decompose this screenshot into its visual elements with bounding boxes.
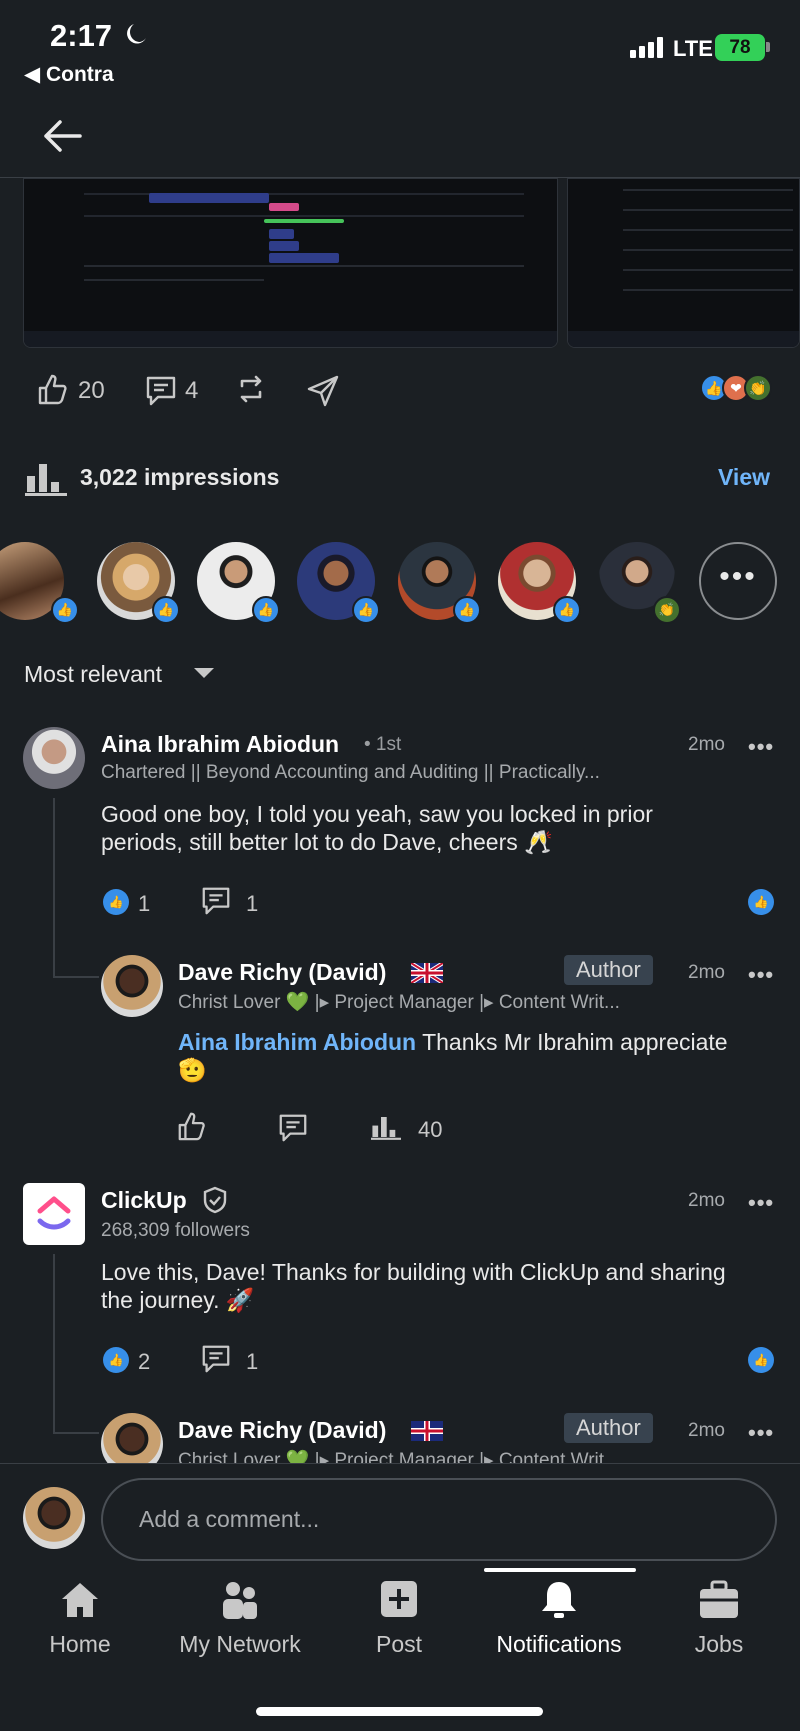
like-icon[interactable] xyxy=(36,372,70,406)
tab-label: Notifications xyxy=(496,1631,622,1657)
status-time: 2:17 xyxy=(50,18,113,53)
add-comment-input[interactable]: Add a comment... xyxy=(101,1478,777,1561)
comment-time: 2mo xyxy=(688,734,725,755)
comment-replies-count[interactable]: 1 xyxy=(246,1349,258,1375)
home-indicator xyxy=(256,1707,543,1716)
like-badge-icon: 👍 xyxy=(453,596,481,624)
moon-icon xyxy=(127,24,146,44)
reply-more-icon[interactable]: ••• xyxy=(748,962,774,988)
celebrate-badge-icon: 👏 xyxy=(653,596,681,624)
back-arrow-icon[interactable] xyxy=(40,114,84,158)
comment-sort-dropdown[interactable]: Most relevant xyxy=(24,661,162,688)
tab-my-network[interactable]: My Network xyxy=(170,1580,310,1658)
reply-text: Aina Ibrahim Abiodun Thanks Mr Ibrahim a… xyxy=(178,1028,738,1084)
comment-more-icon[interactable]: ••• xyxy=(748,1190,774,1216)
network-type: LTE xyxy=(673,36,713,61)
home-icon xyxy=(62,1583,98,1617)
connection-degree: • 1st xyxy=(364,734,402,755)
plus-square-icon xyxy=(381,1581,417,1617)
more-reactors-button[interactable]: ••• xyxy=(699,542,777,620)
reply-comment-icon[interactable] xyxy=(277,1112,309,1144)
reply-author-avatar[interactable] xyxy=(101,955,163,1017)
comment-icon[interactable] xyxy=(144,374,178,408)
tab-notifications[interactable]: Notifications xyxy=(489,1580,629,1658)
active-tab-indicator xyxy=(484,1568,636,1572)
tab-home[interactable]: Home xyxy=(10,1580,150,1658)
commenter-name[interactable]: ClickUp xyxy=(101,1187,187,1214)
chevron-down-icon[interactable] xyxy=(194,668,214,678)
flag-icon xyxy=(411,963,443,983)
reply-icon[interactable] xyxy=(200,885,232,917)
clickup-logo[interactable] xyxy=(23,1183,85,1245)
composer-divider xyxy=(0,1463,800,1464)
reply-preview-clipped: Dave Richy (David) Author 2mo ••• Christ… xyxy=(0,1405,800,1463)
like-reaction-icon: 👍 xyxy=(103,1347,129,1373)
reply-author-name[interactable]: Dave Richy (David) xyxy=(178,959,386,986)
author-badge: Author xyxy=(564,1413,653,1443)
comment-more-icon[interactable]: ••• xyxy=(748,734,774,760)
comment-replies-count[interactable]: 1 xyxy=(246,891,258,917)
commenter-avatar[interactable] xyxy=(23,727,85,789)
battery-tip xyxy=(766,42,770,52)
reply-icon[interactable] xyxy=(200,1343,232,1375)
like-badge-icon: 👍 xyxy=(252,596,280,624)
impressions-count: 3,022 impressions xyxy=(80,464,280,490)
bell-icon xyxy=(542,1582,576,1618)
current-user-avatar xyxy=(23,1487,85,1549)
author-badge: Author xyxy=(564,955,653,985)
mention-link[interactable]: Aina Ibrahim Abiodun xyxy=(178,1029,416,1055)
like-badge-icon: 👍 xyxy=(152,596,180,624)
reply-analytics-icon[interactable] xyxy=(371,1112,401,1142)
comment-likes-count[interactable]: 1 xyxy=(138,891,150,917)
tab-label: My Network xyxy=(179,1631,301,1657)
briefcase-icon xyxy=(700,1580,738,1618)
tab-label: Jobs xyxy=(694,1631,744,1657)
tab-jobs[interactable]: Jobs xyxy=(649,1580,789,1658)
thread-line xyxy=(53,976,99,978)
reply-author-headline: Christ Lover 💚 |▸ Project Manager |▸ Con… xyxy=(178,992,620,1013)
reply-author-name[interactable]: Dave Richy (David) xyxy=(178,1417,386,1444)
comment-likes-count[interactable]: 2 xyxy=(138,1349,150,1375)
repost-icon[interactable] xyxy=(234,372,268,406)
like-badge-icon: 👍 xyxy=(352,596,380,624)
comment-time: 2mo xyxy=(688,1190,725,1211)
people-icon xyxy=(223,1582,257,1619)
reactions-summary[interactable]: 👍 ❤ 👏 xyxy=(700,374,780,404)
reply-like-icon[interactable] xyxy=(176,1110,208,1142)
commenter-followers: 268,309 followers xyxy=(101,1220,250,1241)
reply-author-headline: Christ Lover 💚 |▸ Project Manager |▸ Con… xyxy=(178,1450,620,1463)
verified-shield-icon xyxy=(203,1186,227,1214)
back-to-app-link[interactable]: ◀ Contra xyxy=(24,62,114,87)
like-badge-icon: 👍 xyxy=(51,596,79,624)
like-badge-icon: 👍 xyxy=(553,596,581,624)
like-reaction-icon: 👍 xyxy=(103,889,129,915)
reply-more-icon[interactable]: ••• xyxy=(748,1420,774,1446)
view-analytics-link[interactable]: View xyxy=(718,464,770,491)
reply-author-avatar[interactable] xyxy=(101,1413,163,1463)
signal-icon xyxy=(630,36,668,58)
comment-text: Good one boy, I told you yeah, saw you l… xyxy=(101,801,653,855)
reply-time: 2mo xyxy=(688,1420,725,1441)
clickup-logo-icon xyxy=(37,1196,71,1230)
reply-time: 2mo xyxy=(688,962,725,983)
comments-count[interactable]: 4 xyxy=(185,377,198,405)
commenter-name[interactable]: Aina Ibrahim Abiodun xyxy=(101,731,339,758)
author-liked-icon: 👍 xyxy=(748,889,774,915)
post-image-gantt-2[interactable] xyxy=(567,178,800,348)
battery-indicator: 78 xyxy=(715,34,765,61)
author-liked-icon: 👍 xyxy=(748,1347,774,1373)
analytics-bar-icon xyxy=(25,464,67,496)
reply-impressions-count[interactable]: 40 xyxy=(418,1117,442,1143)
send-icon[interactable] xyxy=(306,374,340,408)
flag-icon xyxy=(411,1421,443,1441)
thread-line xyxy=(53,798,55,978)
celebrate-reaction-icon: 👏 xyxy=(744,374,772,402)
comment-text: Love this, Dave! Thanks for building wit… xyxy=(101,1259,726,1313)
tab-label: Post xyxy=(375,1631,423,1657)
tab-post[interactable]: Post xyxy=(329,1580,469,1658)
post-image-gantt[interactable] xyxy=(23,178,558,348)
likes-count[interactable]: 20 xyxy=(78,377,105,405)
commenter-headline: Chartered || Beyond Accounting and Audit… xyxy=(101,762,600,783)
tab-label: Home xyxy=(49,1631,111,1657)
